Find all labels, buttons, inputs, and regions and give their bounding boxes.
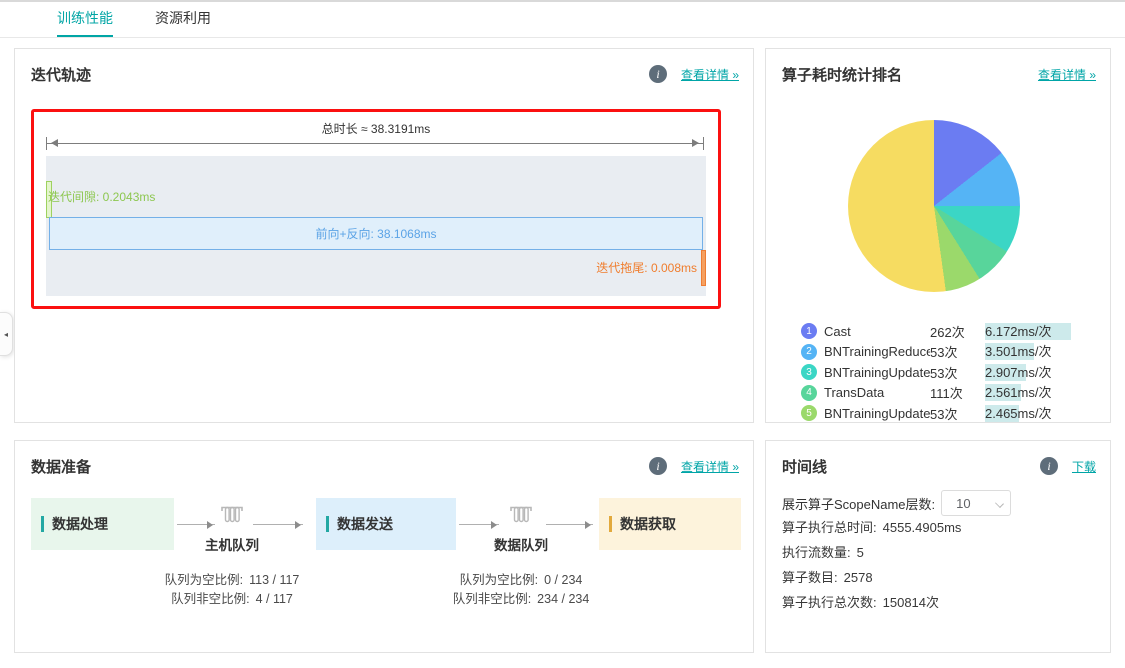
iteration-trace-panel: 迭代轨迹 i 查看详情 » 总时长 ≈ 38.3191ms 迭代间隙: 0.20…	[14, 48, 754, 423]
profiler-dashboard: 训练性能 资源利用 ◂ 迭代轨迹 i 查看详情 » 总时长 ≈ 38.3191m…	[0, 0, 1125, 668]
op-name: BNTrainingReduce...	[824, 344, 930, 359]
op-count: 111次	[930, 383, 985, 402]
queue-name: 数据队列	[481, 534, 561, 554]
rank-badge: 2	[801, 344, 817, 360]
tab-bar: 训练性能 资源利用	[0, 2, 1125, 38]
rank-badge: 3	[801, 364, 817, 380]
chevron-down-icon	[995, 499, 1004, 508]
panel-title: 时间线	[782, 456, 827, 477]
op-name: BNTrainingUpdate	[824, 406, 930, 421]
iteration-tail-label: 迭代拖尾: 0.008ms	[596, 259, 697, 276]
op-avg-time: 2.907ms/次	[985, 365, 1051, 380]
queue-icon	[508, 503, 534, 527]
legend-row: 1 Cast 262次 6.172ms/次	[801, 323, 1096, 339]
host-queue-node: 主机队列	[192, 503, 272, 554]
step-trace-chart-highlight-box: 总时长 ≈ 38.3191ms 迭代间隙: 0.2043ms 前向+反向: 38…	[31, 109, 721, 309]
queue-stat-row: 队列非空比例:4 / 117	[137, 590, 327, 609]
forward-backward-bar[interactable]: 前向+反向: 38.1068ms	[49, 217, 703, 250]
step-trace-chart: 迭代间隙: 0.2043ms 前向+反向: 38.1068ms 迭代拖尾: 0.…	[46, 156, 706, 296]
host-queue-stats: 队列为空比例:113 / 117 队列非空比例:4 / 117	[137, 571, 327, 609]
panel-title: 迭代轨迹	[31, 64, 91, 85]
scope-depth-select[interactable]: 10	[941, 490, 1011, 516]
iteration-gap-label: 迭代间隙: 0.2043ms	[48, 188, 155, 205]
op-legend: 1 Cast 262次 6.172ms/次 2 BNTrainingReduce…	[801, 323, 1096, 426]
stage-data-send: 数据发送	[316, 498, 456, 550]
op-time-pie-chart[interactable]	[848, 120, 1020, 292]
arrow-left-icon: ◂	[4, 330, 8, 339]
op-avg-time: 2.561ms/次	[985, 385, 1051, 400]
info-icon[interactable]: i	[649, 65, 667, 83]
iteration-tail-bar[interactable]	[701, 250, 706, 286]
legend-row: 5 BNTrainingUpdate 53次 2.465ms/次	[801, 405, 1096, 421]
stat-row: 算子执行总次数:150814次	[782, 590, 961, 615]
scope-depth-value: 10	[956, 496, 970, 511]
rank-badge: 1	[801, 323, 817, 339]
sidebar-collapse-handle[interactable]: ◂	[0, 312, 13, 356]
info-icon[interactable]: i	[649, 457, 667, 475]
legend-row: 4 TransData 111次 2.561ms/次	[801, 385, 1096, 401]
panel-title: 算子耗时统计排名	[782, 64, 902, 85]
legend-row: 2 BNTrainingReduce... 53次 3.501ms/次	[801, 344, 1096, 360]
queue-name: 主机队列	[192, 534, 272, 554]
op-count: 53次	[930, 363, 985, 382]
flow-arrow	[253, 524, 303, 525]
panel-title: 数据准备	[31, 456, 91, 477]
legend-row: 3 BNTrainingUpdate... 53次 2.907ms/次	[801, 364, 1096, 380]
op-name: BNTrainingUpdate...	[824, 365, 930, 380]
stage-accent	[326, 516, 329, 532]
forward-backward-label: 前向+反向: 38.1068ms	[315, 225, 436, 242]
view-details-link[interactable]: 查看详情 »	[681, 66, 739, 83]
op-time-ranking-panel: 算子耗时统计排名 查看详情 » 1 Cast 262次 6.172ms/次 2 …	[765, 48, 1111, 423]
tab-training-performance[interactable]: 训练性能	[57, 8, 113, 37]
duration-dimension-arrow	[46, 143, 704, 144]
timeline-stats: 算子执行总时间:4555.4905ms 执行流数量:5 算子数目:2578 算子…	[782, 515, 961, 615]
stage-data-processing: 数据处理	[31, 498, 174, 550]
stage-accent	[609, 516, 612, 532]
rank-badge: 5	[801, 405, 817, 421]
tab-resource-utilization[interactable]: 资源利用	[155, 8, 211, 37]
rank-badge: 4	[801, 385, 817, 401]
op-avg-time: 3.501ms/次	[985, 344, 1051, 359]
op-count: 53次	[930, 342, 985, 361]
data-preparation-panel: 数据准备 i 查看详情 » 数据处理 主机队列 数据发送	[14, 440, 754, 653]
queue-stat-row: 队列为空比例:0 / 234	[426, 571, 616, 590]
stat-row: 算子执行总时间:4555.4905ms	[782, 515, 961, 540]
stage-data-fetch: 数据获取	[599, 498, 741, 550]
op-name: TransData	[824, 385, 930, 400]
stage-accent	[41, 516, 44, 532]
info-icon[interactable]: i	[1040, 457, 1058, 475]
data-queue-stats: 队列为空比例:0 / 234 队列非空比例:234 / 234	[426, 571, 616, 609]
op-count: 53次	[930, 404, 985, 423]
op-name: Cast	[824, 324, 930, 339]
queue-icon	[219, 503, 245, 527]
op-avg-time: 2.465ms/次	[985, 406, 1051, 421]
flow-arrow	[546, 524, 593, 525]
total-duration-label: 总时长 ≈ 38.3191ms	[34, 120, 718, 137]
queue-stat-row: 队列非空比例:234 / 234	[426, 590, 616, 609]
view-details-link[interactable]: 查看详情 »	[1038, 66, 1096, 83]
download-link[interactable]: 下载	[1072, 458, 1096, 475]
op-avg-time: 6.172ms/次	[985, 324, 1051, 339]
op-count: 262次	[930, 322, 985, 341]
scope-depth-label: 展示算子ScopeName层数:	[782, 494, 935, 513]
stat-row: 执行流数量:5	[782, 540, 961, 565]
stat-row: 算子数目:2578	[782, 565, 961, 590]
queue-stat-row: 队列为空比例:113 / 117	[137, 571, 327, 590]
data-queue-node: 数据队列	[481, 503, 561, 554]
timeline-panel: 时间线 i 下载 展示算子ScopeName层数: 10 算子执行总时间:455…	[765, 440, 1111, 653]
view-details-link[interactable]: 查看详情 »	[681, 458, 739, 475]
